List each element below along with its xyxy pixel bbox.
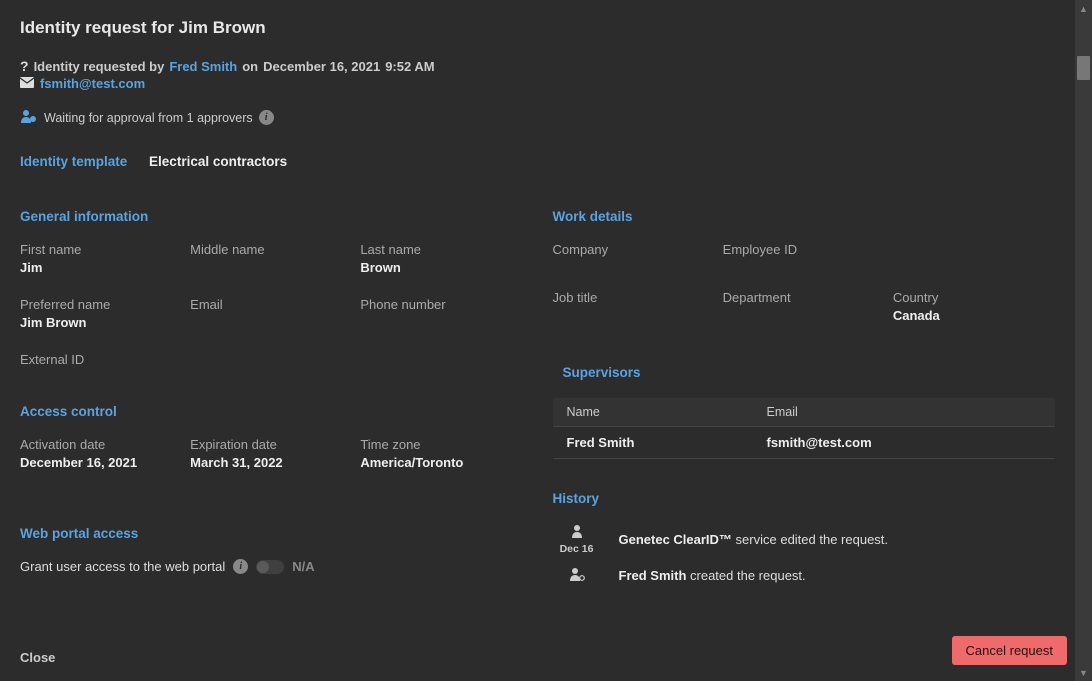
cancel-request-button[interactable]: Cancel request xyxy=(952,636,1067,665)
info-icon[interactable]: i xyxy=(233,559,248,574)
phone-label: Phone number xyxy=(360,297,522,312)
identity-template-label: Identity template xyxy=(20,154,127,169)
person-gear-icon xyxy=(569,567,585,584)
field-company: Company xyxy=(553,242,715,260)
field-activation-date: Activation date December 16, 2021 xyxy=(20,437,182,470)
history-actor: Fred Smith xyxy=(619,568,687,583)
country-label: Country xyxy=(893,290,1055,305)
col-header-name: Name xyxy=(567,405,767,419)
approval-status-row: Waiting for approval from 1 approvers i xyxy=(20,109,1055,126)
field-email: Email xyxy=(190,297,352,330)
section-access-title: Access control xyxy=(20,404,523,419)
empty-cell xyxy=(893,242,1055,260)
question-icon: ? xyxy=(20,58,29,74)
employee-id-label: Employee ID xyxy=(723,242,885,257)
requested-by-row: ? Identity requested by Fred Smith on De… xyxy=(20,58,1055,74)
supervisors-table: Name Email Fred Smith fsmith@test.com xyxy=(553,398,1056,459)
scroll-down-arrow-icon[interactable]: ▼ xyxy=(1075,664,1092,681)
last-name-value: Brown xyxy=(360,260,522,275)
last-name-label: Last name xyxy=(360,242,522,257)
history-tail: service edited the request. xyxy=(732,532,888,547)
col-header-email: Email xyxy=(767,405,1042,419)
requested-by-label: Identity requested by xyxy=(34,59,165,74)
history-list: Dec 16 Genetec ClearID™ service edited t… xyxy=(553,524,1056,584)
section-work-title: Work details xyxy=(553,209,1056,224)
section-general-title: General information xyxy=(20,209,523,224)
timezone-value: America/Toronto xyxy=(360,455,522,470)
portal-access-row: Grant user access to the web portal i N/… xyxy=(20,559,523,574)
requester-email-link[interactable]: fsmith@test.com xyxy=(40,76,145,91)
expiration-date-label: Expiration date xyxy=(190,437,352,452)
table-header-row: Name Email xyxy=(553,398,1056,426)
field-timezone: Time zone America/Toronto xyxy=(360,437,522,470)
close-button[interactable]: Close xyxy=(20,650,55,665)
scroll-thumb[interactable] xyxy=(1077,56,1090,80)
country-value: Canada xyxy=(893,308,1055,323)
info-icon[interactable]: i xyxy=(259,110,274,125)
requested-time: 9:52 AM xyxy=(385,59,434,74)
envelope-icon xyxy=(20,76,34,91)
person-status-icon xyxy=(20,109,38,126)
scroll-up-arrow-icon[interactable]: ▲ xyxy=(1075,0,1092,17)
portal-na: N/A xyxy=(292,559,314,574)
expiration-date-value: March 31, 2022 xyxy=(190,455,352,470)
field-external-id: External ID xyxy=(20,352,182,370)
middle-name-label: Middle name xyxy=(190,242,352,257)
field-country: Country Canada xyxy=(893,290,1055,323)
email-label: Email xyxy=(190,297,352,312)
history-item: Fred Smith created the request. xyxy=(553,567,1056,584)
field-job-title: Job title xyxy=(553,290,715,323)
history-item: Dec 16 Genetec ClearID™ service edited t… xyxy=(553,524,1056,555)
page-title: Identity request for Jim Brown xyxy=(20,18,1055,38)
requester-email-row: fsmith@test.com xyxy=(20,76,1055,91)
requested-date: December 16, 2021 xyxy=(263,59,380,74)
field-last-name: Last name Brown xyxy=(360,242,522,275)
field-phone: Phone number xyxy=(360,297,522,330)
supervisor-email: fsmith@test.com xyxy=(767,435,1042,450)
preferred-name-label: Preferred name xyxy=(20,297,182,312)
history-date: Dec 16 xyxy=(560,543,594,555)
field-expiration-date: Expiration date March 31, 2022 xyxy=(190,437,352,470)
field-preferred-name: Preferred name Jim Brown xyxy=(20,297,182,330)
company-label: Company xyxy=(553,242,715,257)
person-icon xyxy=(570,524,584,541)
identity-template-row: Identity template Electrical contractors xyxy=(20,154,1055,169)
section-history-title: History xyxy=(553,491,1056,506)
history-text: Genetec ClearID™ service edited the requ… xyxy=(619,532,889,547)
table-row: Fred Smith fsmith@test.com xyxy=(553,426,1056,459)
activation-date-label: Activation date xyxy=(20,437,182,452)
activation-date-value: December 16, 2021 xyxy=(20,455,182,470)
field-employee-id: Employee ID xyxy=(723,242,885,260)
portal-grant-label: Grant user access to the web portal xyxy=(20,559,225,574)
identity-template-value: Electrical contractors xyxy=(149,154,287,169)
external-id-label: External ID xyxy=(20,352,182,367)
requester-name-link[interactable]: Fred Smith xyxy=(169,59,237,74)
supervisor-name: Fred Smith xyxy=(567,435,767,450)
department-label: Department xyxy=(723,290,885,305)
vertical-scrollbar[interactable]: ▲ ▼ xyxy=(1075,0,1092,681)
history-actor: Genetec ClearID™ xyxy=(619,532,732,547)
job-title-label: Job title xyxy=(553,290,715,305)
on-label: on xyxy=(242,59,258,74)
section-portal-title: Web portal access xyxy=(20,526,523,541)
section-supervisors-title: Supervisors xyxy=(563,365,1056,380)
field-department: Department xyxy=(723,290,885,323)
preferred-name-value: Jim Brown xyxy=(20,315,182,330)
portal-access-toggle[interactable] xyxy=(256,560,284,574)
first-name-label: First name xyxy=(20,242,182,257)
history-tail: created the request. xyxy=(686,568,805,583)
field-first-name: First name Jim xyxy=(20,242,182,275)
first-name-value: Jim xyxy=(20,260,182,275)
field-middle-name: Middle name xyxy=(190,242,352,275)
history-text: Fred Smith created the request. xyxy=(619,568,806,583)
timezone-label: Time zone xyxy=(360,437,522,452)
approval-status-text: Waiting for approval from 1 approvers xyxy=(44,111,253,125)
